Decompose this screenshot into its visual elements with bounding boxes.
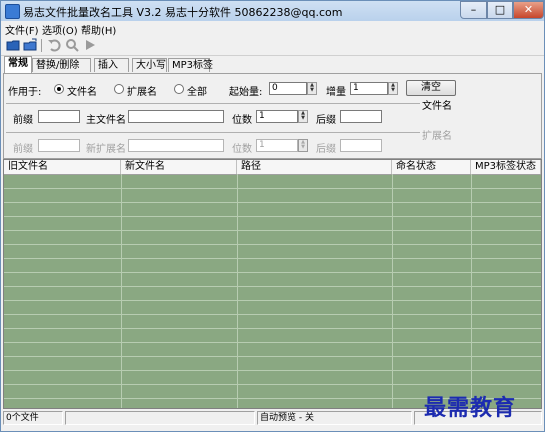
col-mp3-status[interactable]: MP3标签状态 [471, 160, 541, 174]
menu-help[interactable]: 帮助(H) [81, 22, 116, 37]
toolbar [1, 36, 544, 56]
tab-insert[interactable]: 插入 [94, 58, 129, 72]
grid-row-line [4, 272, 541, 273]
grid-header: 旧文件名 新文件名 路径 命名状态 MP3标签状态 [4, 160, 541, 175]
grid-row-line [4, 328, 541, 329]
grid-row-line [4, 286, 541, 287]
tab-general[interactable]: 常规 [4, 56, 32, 73]
minimize-button[interactable]: – [460, 1, 487, 19]
grid-row-line [4, 244, 541, 245]
tab-case[interactable]: 大小写 [132, 58, 167, 72]
col-new-name[interactable]: 新文件名 [121, 160, 237, 174]
new-extension-label: 新扩展名 [86, 144, 126, 155]
file-grid[interactable]: 旧文件名 新文件名 路径 命名状态 MP3标签状态 [3, 159, 542, 409]
main-name-label: 主文件名 [86, 115, 126, 126]
filename-group-line [6, 103, 420, 104]
search-icon[interactable] [65, 38, 80, 52]
tab-replace-delete[interactable]: 替换/删除 [32, 58, 91, 72]
run-icon[interactable] [83, 38, 98, 52]
grid-row-line [4, 314, 541, 315]
toolbar-separator [41, 39, 42, 52]
grid-row-line [4, 356, 541, 357]
status-auto-preview: 自动预览 - 关 [257, 411, 412, 425]
undo-icon[interactable] [47, 38, 62, 52]
ext-digits-input[interactable]: 1 [256, 139, 298, 152]
start-input[interactable]: 0 [269, 82, 307, 95]
close-button[interactable]: ✕ [513, 1, 544, 19]
radio-all[interactable] [174, 84, 184, 94]
prefix-label: 前缀 [13, 115, 33, 126]
start-spinner[interactable]: ▲ ▼ [307, 82, 317, 95]
grid-row-line [4, 216, 541, 217]
grid-row-line [4, 300, 541, 301]
start-label: 起始量: [229, 87, 263, 98]
grid-divider [237, 174, 238, 408]
filename-group-title: 文件名 [422, 101, 452, 112]
status-middle [65, 411, 255, 425]
watermark-logo: 最需教育 [424, 395, 517, 421]
extension-group-line [6, 132, 420, 133]
tab-strip: 常规 替换/删除 插入 大小写 MP3标签 [1, 56, 544, 74]
open-folder-icon[interactable] [6, 38, 21, 52]
title-bar[interactable]: 易志文件批量改名工具 V3.2 易志十分软件 50862238@qq.com –… [1, 1, 544, 22]
col-old-name[interactable]: 旧文件名 [4, 160, 121, 174]
grid-row-line [4, 258, 541, 259]
radio-extension[interactable] [114, 84, 124, 94]
grid-divider [471, 174, 472, 408]
grid-row-line [4, 188, 541, 189]
grid-row-line [4, 384, 541, 385]
apply-to-label: 作用于: [8, 87, 42, 98]
add-folder-icon[interactable] [23, 38, 38, 52]
maximize-button[interactable]: □ [487, 1, 513, 19]
col-rename-status[interactable]: 命名状态 [392, 160, 471, 174]
grid-row-line [4, 202, 541, 203]
ext-suffix-label: 后缀 [316, 144, 336, 155]
prefix-input[interactable] [38, 110, 80, 123]
general-panel: 作用于: 文件名 扩展名 全部 起始量: 0 ▲ ▼ 增量 1 ▲ ▼ 清空 文件名… [3, 73, 542, 159]
new-extension-input[interactable] [128, 139, 224, 152]
menu-bar: 文件(F) 选项(O) 帮助(H) [1, 21, 544, 37]
grid-divider [121, 174, 122, 408]
grid-row-line [4, 370, 541, 371]
app-icon [5, 4, 20, 19]
suffix-label: 后缀 [316, 115, 336, 126]
radio-filename[interactable] [54, 84, 64, 94]
app-window: 易志文件批量改名工具 V3.2 易志十分软件 50862238@qq.com –… [0, 0, 545, 432]
radio-extension-label[interactable]: 扩展名 [127, 83, 157, 98]
increment-spinner[interactable]: ▲ ▼ [388, 82, 398, 95]
clear-button[interactable]: 清空 [406, 80, 456, 96]
main-name-input[interactable] [128, 110, 224, 123]
col-path[interactable]: 路径 [237, 160, 392, 174]
radio-all-label[interactable]: 全部 [187, 83, 207, 98]
digits-spinner[interactable]: ▲ ▼ [298, 110, 308, 123]
ext-digits-spinner[interactable]: ▲ ▼ [298, 139, 308, 152]
grid-divider [392, 174, 393, 408]
increment-label: 增量 [326, 87, 346, 98]
extension-group-title: 扩展名 [422, 131, 452, 142]
suffix-input[interactable] [340, 110, 382, 123]
ext-digits-label: 位数 [232, 144, 252, 155]
grid-row-line [4, 342, 541, 343]
menu-options[interactable]: 选项(O) [42, 22, 78, 37]
tab-mp3-tag[interactable]: MP3标签 [168, 58, 213, 72]
ext-prefix-input[interactable] [38, 139, 80, 152]
menu-file[interactable]: 文件(F) [5, 22, 39, 37]
digits-input[interactable]: 1 [256, 110, 298, 123]
grid-row-line [4, 230, 541, 231]
increment-input[interactable]: 1 [350, 82, 388, 95]
status-file-count: 0个文件 [3, 411, 63, 425]
ext-suffix-input[interactable] [340, 139, 382, 152]
window-title: 易志文件批量改名工具 V3.2 易志十分软件 50862238@qq.com [23, 6, 343, 19]
ext-prefix-label: 前缀 [13, 144, 33, 155]
digits-label: 位数 [232, 115, 252, 126]
radio-filename-label[interactable]: 文件名 [67, 83, 97, 98]
